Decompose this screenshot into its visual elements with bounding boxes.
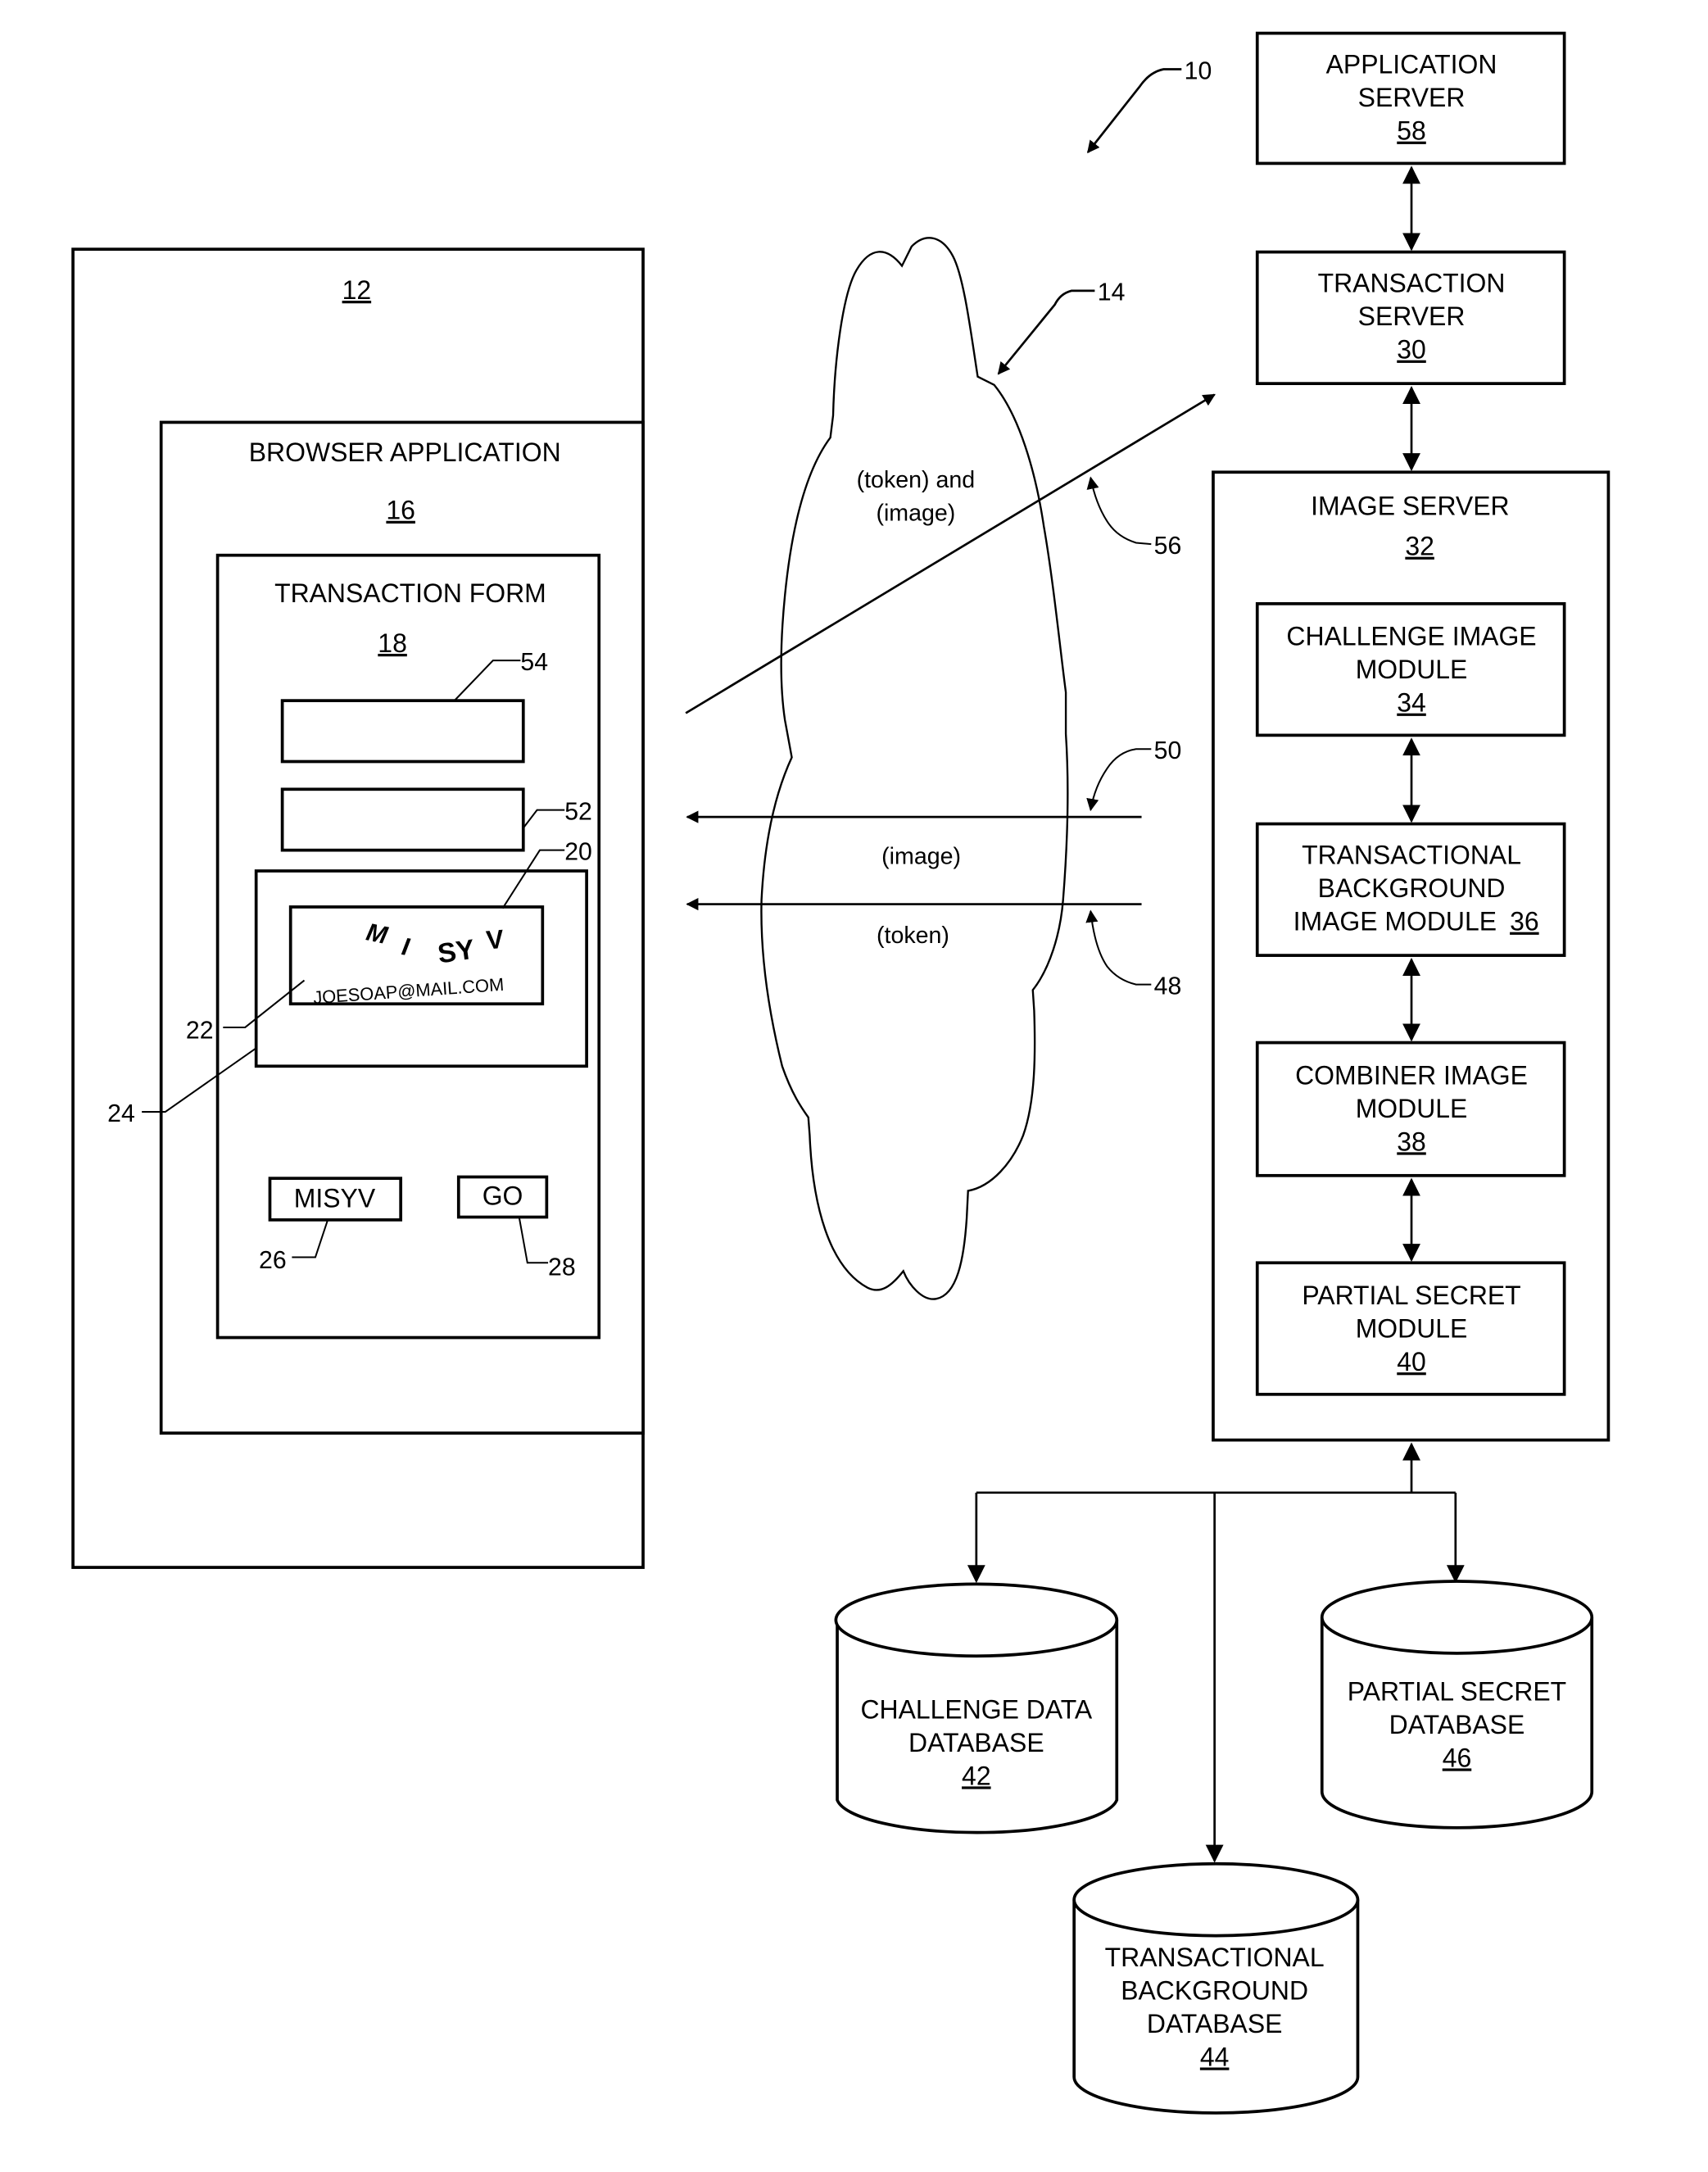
svg-text:PARTIAL SECRET: PARTIAL SECRET xyxy=(1302,1281,1520,1310)
figure-ref-10: 10 xyxy=(1086,57,1212,154)
svg-text:BACKGROUND: BACKGROUND xyxy=(1318,873,1506,903)
svg-text:SERVER: SERVER xyxy=(1358,302,1466,331)
form-title: TRANSACTION FORM xyxy=(274,578,546,608)
form-input-field-top[interactable] xyxy=(280,699,525,764)
svg-text:IMAGE SERVER: IMAGE SERVER xyxy=(1311,492,1510,521)
ref-24: 24 xyxy=(107,1100,135,1127)
message-token-and-image: (token) and (image) 56 xyxy=(685,393,1216,714)
svg-text:TRANSACTIONAL: TRANSACTIONAL xyxy=(1105,1943,1325,1972)
svg-text:32: 32 xyxy=(1405,532,1434,561)
svg-text:36: 36 xyxy=(1510,907,1539,936)
svg-text:(image): (image) xyxy=(876,500,955,526)
application-server: APPLICATION SERVER 58 xyxy=(1255,31,1566,166)
leader-56 xyxy=(1086,476,1152,546)
svg-text:TRANSACTIONAL: TRANSACTIONAL xyxy=(1302,840,1521,869)
ref-54: 54 xyxy=(520,649,548,676)
svg-text:MODULE: MODULE xyxy=(1356,1313,1468,1343)
module-partial-secret: PARTIAL SECRET MODULE 40 xyxy=(1255,1261,1566,1396)
svg-text:DATABASE: DATABASE xyxy=(1147,2009,1283,2038)
ref-28: 28 xyxy=(548,1254,576,1281)
svg-text:38: 38 xyxy=(1397,1127,1426,1156)
module-challenge-image: CHALLENGE IMAGE MODULE 34 xyxy=(1255,601,1566,737)
svg-text:44: 44 xyxy=(1200,2042,1230,2071)
svg-text:58: 58 xyxy=(1397,116,1426,146)
svg-text:42: 42 xyxy=(962,1761,991,1790)
database-challenge-data: CHALLENGE DATA DATABASE 42 xyxy=(834,1582,1119,1834)
ref-22: 22 xyxy=(186,1017,214,1044)
module-transactional-background-image: TRANSACTIONAL BACKGROUND IMAGE MODULE 36 xyxy=(1255,822,1566,957)
ref-20: 20 xyxy=(564,838,592,865)
svg-text:COMBINER IMAGE: COMBINER IMAGE xyxy=(1295,1060,1528,1090)
svg-text:DATABASE: DATABASE xyxy=(908,1728,1044,1757)
browser-title: BROWSER APPLICATION xyxy=(249,438,561,467)
arrow-56 xyxy=(685,393,1216,714)
ref-26: 26 xyxy=(259,1247,287,1274)
message-image: (image) 50 xyxy=(686,737,1182,870)
ref-56: 56 xyxy=(1154,533,1182,560)
network-cloud: 14 xyxy=(760,237,1126,1300)
image-server: IMAGE SERVER 32 CHALLENGE IMAGE MODULE 3… xyxy=(1212,470,1611,1442)
svg-text:MODULE: MODULE xyxy=(1356,655,1468,684)
transaction-server: TRANSACTION SERVER 30 xyxy=(1255,250,1566,385)
database-partial-secret: PARTIAL SECRET DATABASE 46 xyxy=(1320,1580,1594,1830)
svg-text:IMAGE MODULE: IMAGE MODULE xyxy=(1293,907,1497,936)
svg-text:PARTIAL SECRET: PARTIAL SECRET xyxy=(1348,1676,1566,1706)
svg-text:TRANSACTION: TRANSACTION xyxy=(1318,269,1506,298)
cloud-outline xyxy=(760,237,1069,1300)
captcha-answer-value: MISYV xyxy=(294,1184,376,1213)
browser-ref: 16 xyxy=(386,496,415,525)
ref-14: 14 xyxy=(1098,279,1126,306)
svg-text:10: 10 xyxy=(1185,57,1212,84)
ref-48: 48 xyxy=(1154,973,1182,1000)
svg-text:40: 40 xyxy=(1397,1347,1426,1376)
svg-text:BACKGROUND: BACKGROUND xyxy=(1121,1975,1308,2005)
leader-48 xyxy=(1085,909,1152,986)
ref-52: 52 xyxy=(564,798,592,825)
form-ref: 18 xyxy=(378,628,407,658)
svg-text:SY: SY xyxy=(436,934,477,970)
ref-50: 50 xyxy=(1154,737,1182,764)
database-transactional-background: TRANSACTIONAL BACKGROUND DATABASE 44 xyxy=(1072,1861,1360,2115)
svg-text:MODULE: MODULE xyxy=(1356,1094,1468,1123)
leader-14 xyxy=(997,289,1095,375)
svg-text:CHALLENGE IMAGE: CHALLENGE IMAGE xyxy=(1286,621,1536,651)
svg-text:46: 46 xyxy=(1443,1743,1472,1772)
svg-text:SERVER: SERVER xyxy=(1358,83,1466,112)
form-input-field-second[interactable] xyxy=(280,787,525,852)
svg-text:(image): (image) xyxy=(881,843,961,869)
go-button-label: GO xyxy=(482,1181,523,1210)
svg-text:(token) and: (token) and xyxy=(857,467,976,493)
svg-text:APPLICATION: APPLICATION xyxy=(1326,49,1497,79)
module-combiner-image: COMBINER IMAGE MODULE 38 xyxy=(1255,1041,1566,1177)
svg-text:30: 30 xyxy=(1397,335,1426,365)
svg-text:DATABASE: DATABASE xyxy=(1389,1710,1525,1739)
system-diagram: 10 12 BROWSER APPLICATION 16 TRANSACTION… xyxy=(71,31,1611,2115)
svg-text:(token): (token) xyxy=(877,923,949,949)
client-device-ref: 12 xyxy=(342,275,372,305)
svg-text:CHALLENGE DATA: CHALLENGE DATA xyxy=(860,1694,1092,1724)
leader-50 xyxy=(1086,748,1152,812)
svg-text:34: 34 xyxy=(1397,688,1426,718)
svg-text:V: V xyxy=(485,924,505,955)
